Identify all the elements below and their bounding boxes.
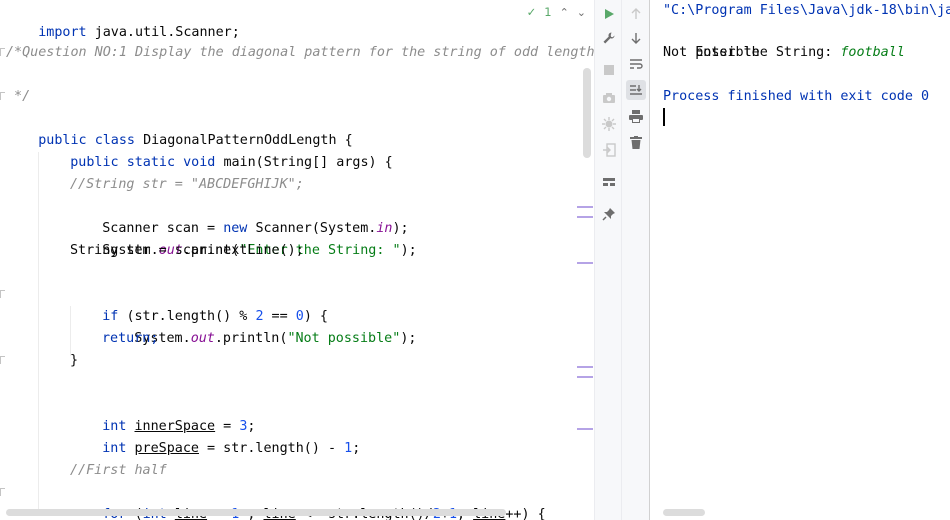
console-exit-message[interactable]: Process finished with exit code 0 (663, 86, 929, 108)
code-text: java.util.Scanner; (94, 25, 240, 40)
scroll-to-end-icon[interactable] (626, 80, 646, 100)
layout-icon[interactable] (599, 172, 619, 192)
stripe-marker[interactable] (577, 262, 593, 264)
fold-marker[interactable] (0, 48, 5, 56)
previous-highlight-button[interactable]: ⌃ (560, 6, 569, 19)
stop-icon[interactable] (599, 60, 619, 80)
keyword: void (183, 155, 224, 170)
up-arrow-icon[interactable] (626, 4, 646, 24)
text-caret (663, 108, 665, 126)
code-line-5[interactable]: public static void main(String[] args) { (38, 130, 393, 170)
editor-horizontal-scrollbar[interactable] (6, 509, 506, 516)
code-line-11[interactable]: System.out.println("Not possible"); (102, 306, 416, 346)
code-text: = str.length() - (199, 441, 345, 456)
code-text: ); (400, 331, 417, 346)
code-line-12[interactable]: return; (102, 328, 158, 350)
camera-icon[interactable] (599, 88, 619, 108)
code-editor[interactable]: ✓ 1 ⌃ ⌄ import java.util.Scanner; /*Ques… (0, 0, 594, 520)
fold-marker[interactable] (0, 290, 5, 298)
code-line-10[interactable]: if (str.length() % 2 == 0) { (70, 284, 328, 324)
keyword: static (126, 155, 184, 170)
code-line-8[interactable]: System.out.print("Enter the String: "); (70, 218, 416, 258)
code-line-2[interactable]: /*Question NO:1 Display the diagonal pat… (6, 42, 594, 64)
exit-icon[interactable] (599, 140, 619, 160)
fold-marker[interactable] (0, 488, 5, 496)
code-line-1[interactable]: import java.util.Scanner; (6, 0, 240, 40)
run-toolbar-left (594, 0, 622, 520)
number-literal: 1 (344, 441, 353, 456)
stripe-marker[interactable] (577, 428, 593, 430)
down-arrow-icon[interactable] (626, 28, 646, 48)
code-line-9[interactable]: String str = scan.nextLine(); (70, 240, 304, 262)
run-icon[interactable] (599, 4, 619, 24)
code-text: ++) { (505, 507, 546, 520)
check-icon: ✓ (526, 5, 537, 19)
code-line-7[interactable]: Scanner scan = new Scanner(System.in); (70, 196, 408, 236)
code-text: ; (352, 441, 361, 456)
static-field: out (190, 331, 215, 346)
code-text: .println( (214, 331, 288, 346)
stripe-marker[interactable] (577, 366, 593, 368)
pin-icon[interactable] (599, 204, 619, 224)
code-line-6[interactable]: //String str = "ABCDEFGHIJK"; (70, 174, 304, 196)
stripe-marker[interactable] (577, 216, 593, 218)
fold-marker[interactable] (0, 92, 5, 100)
code-line-4[interactable]: public class DiagonalPatternOddLength { (6, 108, 352, 148)
code-line-16[interactable]: //First half (70, 460, 167, 482)
inspection-status[interactable]: ✓ 1 ⌃ ⌄ (527, 3, 586, 21)
code-line-3[interactable]: */ (6, 86, 30, 108)
stripe-marker[interactable] (577, 376, 593, 378)
stripe-marker[interactable] (577, 206, 593, 208)
trash-icon[interactable] (626, 132, 646, 152)
code-line-15[interactable]: int preSpace = str.length() - 1; (70, 416, 360, 456)
console-horizontal-scrollbar[interactable] (663, 509, 705, 516)
wrench-icon[interactable] (599, 28, 619, 48)
keyword: int (102, 441, 135, 456)
code-line-17[interactable]: for (int line = 1 ; line <= str.length()… (70, 482, 545, 520)
code-text: main(String[] args) { (223, 155, 393, 170)
fold-marker[interactable] (0, 356, 5, 364)
next-highlight-button[interactable]: ⌄ (577, 6, 586, 19)
console-command-line[interactable]: "C:\Program Files\Java\jdk-18\bin\ja (663, 0, 950, 22)
code-line-14[interactable]: int innerSpace = 3; (70, 394, 255, 434)
print-icon[interactable] (626, 106, 646, 126)
code-line-13[interactable]: } (70, 350, 78, 372)
console-user-input: football (840, 45, 905, 60)
string-literal: "Not possible" (287, 331, 401, 346)
editor-vertical-scrollbar[interactable] (583, 68, 591, 158)
console-prompt-line[interactable]: Enter the String: football (663, 20, 905, 60)
code-text: ); (400, 243, 417, 258)
console-output-line[interactable]: Not possible (663, 42, 760, 64)
warning-count: 1 (544, 5, 552, 19)
variable-name: preSpace (134, 441, 200, 456)
soft-wrap-icon[interactable] (626, 54, 646, 74)
bug-settings-icon[interactable] (599, 114, 619, 134)
run-console[interactable]: "C:\Program Files\Java\jdk-18\bin\ja Ent… (651, 0, 950, 520)
keyword: public (70, 155, 127, 170)
indent-guide (38, 152, 39, 512)
run-toolbar-right (622, 0, 650, 520)
keyword: import (38, 25, 95, 40)
